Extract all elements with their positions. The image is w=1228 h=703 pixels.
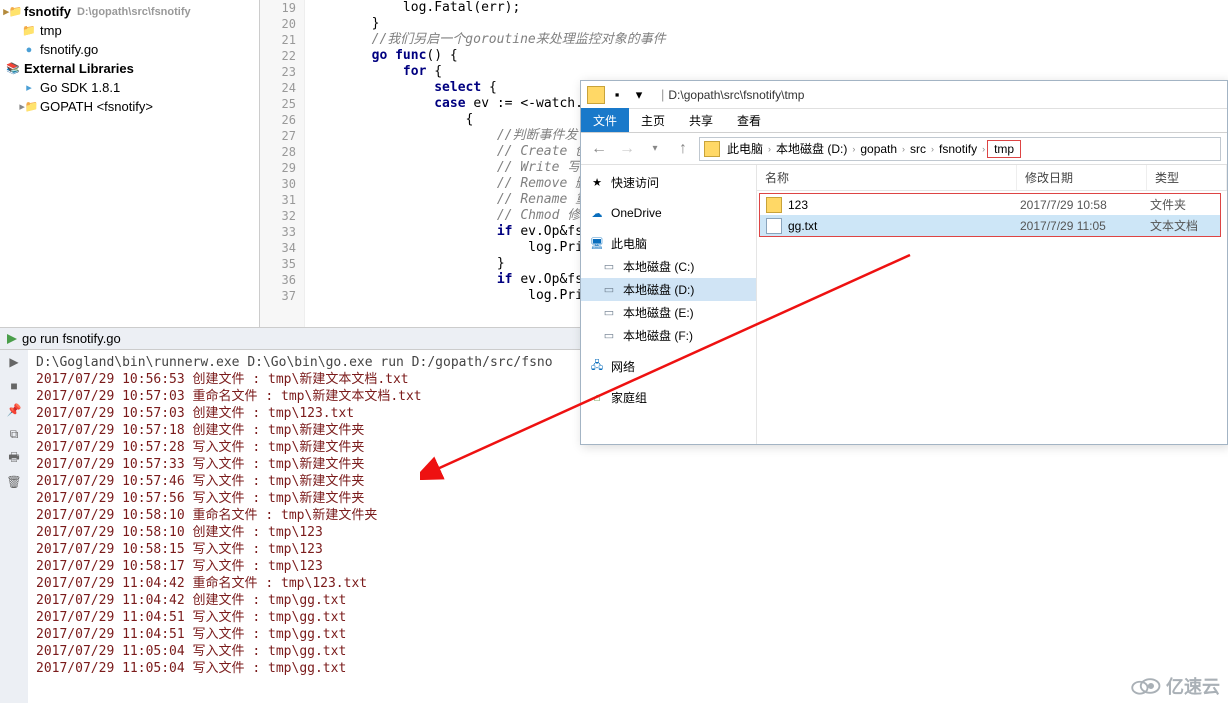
- go-file-icon: ●: [22, 43, 36, 57]
- tab-share[interactable]: 共享: [677, 108, 725, 132]
- breadcrumb-seg[interactable]: 本地磁盘 (D:): [773, 140, 850, 157]
- onedrive[interactable]: ☁OneDrive: [581, 202, 756, 224]
- col-name[interactable]: 名称: [757, 165, 1017, 190]
- star-icon: ★: [589, 175, 605, 191]
- run-icon: [6, 333, 18, 345]
- sdk-icon: ▸: [22, 81, 36, 95]
- homegroup[interactable]: ⌂家庭组: [581, 386, 756, 409]
- breadcrumb-seg[interactable]: gopath: [857, 142, 900, 156]
- folder-icon: [766, 197, 782, 213]
- up-button[interactable]: ↑: [671, 137, 695, 161]
- console-toolbar: ▶ ■ 📌 ⧉ 🖶 🗑: [0, 350, 28, 703]
- project-name: fsnotify: [24, 4, 71, 19]
- drive-item[interactable]: ▭本地磁盘 (D:): [581, 278, 756, 301]
- network-icon: 🖧: [589, 359, 605, 375]
- recent-dropdown[interactable]: ▾: [643, 137, 667, 161]
- gopath-node[interactable]: ▸📁 GOPATH <fsnotify>: [0, 97, 259, 116]
- breadcrumb-seg[interactable]: tmp: [987, 140, 1021, 158]
- drive-item[interactable]: ▭本地磁盘 (E:): [581, 301, 756, 324]
- breadcrumb-seg[interactable]: fsnotify: [936, 142, 980, 156]
- gopath-icon: ▸📁: [22, 100, 36, 114]
- watermark: 亿速云: [1128, 673, 1220, 699]
- file-row[interactable]: gg.txt2017/7/29 11:05文本文档: [760, 215, 1220, 236]
- ribbon-tabs: 文件 主页 共享 查看: [581, 109, 1227, 133]
- drive-icon: ▭: [601, 328, 617, 344]
- col-date[interactable]: 修改日期: [1017, 165, 1147, 190]
- run-config-label[interactable]: go run fsnotify.go: [22, 331, 121, 346]
- explorer-titlebar[interactable]: ▪ ▾ | D:\gopath\src\fsnotify\tmp: [581, 81, 1227, 109]
- file-columns[interactable]: 名称 修改日期 类型: [757, 165, 1227, 191]
- drive-item[interactable]: ▭本地磁盘 (F:): [581, 324, 756, 347]
- chevron-right-icon: ›: [929, 144, 936, 154]
- chevron-right-icon: ›: [900, 144, 907, 154]
- this-pc[interactable]: 🖥此电脑: [581, 232, 756, 255]
- breadcrumb-seg[interactable]: 此电脑: [724, 140, 766, 157]
- quick-tool[interactable]: ▪: [607, 85, 627, 105]
- folder-icon: [704, 141, 720, 157]
- folder-icon: 📁: [22, 24, 36, 38]
- window-title-path: D:\gopath\src\fsnotify\tmp: [668, 88, 804, 102]
- col-type[interactable]: 类型: [1147, 165, 1227, 190]
- quick-access[interactable]: ★快速访问: [581, 171, 756, 194]
- chevron-right-icon: ›: [766, 144, 773, 154]
- network[interactable]: 🖧网络: [581, 355, 756, 378]
- forward-button[interactable]: →: [615, 137, 639, 161]
- drive-icon: ▭: [601, 305, 617, 321]
- explorer-sidebar[interactable]: ★快速访问 ☁OneDrive 🖥此电脑 ▭本地磁盘 (C:)▭本地磁盘 (D:…: [581, 165, 757, 444]
- cloud-icon: ☁: [589, 205, 605, 221]
- line-gutter: 19202122232425262728293031323334353637: [260, 0, 305, 327]
- external-libraries[interactable]: 📚 External Libraries: [0, 59, 259, 78]
- chevron-right-icon: ›: [850, 144, 857, 154]
- drive-icon: ▭: [601, 259, 617, 275]
- file-explorer-window[interactable]: ▪ ▾ | D:\gopath\src\fsnotify\tmp 文件 主页 共…: [580, 80, 1228, 445]
- folder-icon: ▸📁: [6, 5, 20, 19]
- tab-file[interactable]: 文件: [581, 108, 629, 132]
- file-row[interactable]: 1232017/7/29 10:58文件夹: [760, 194, 1220, 215]
- stop-icon[interactable]: ■: [6, 378, 22, 394]
- folder-icon: [587, 86, 605, 104]
- quick-tool[interactable]: ▾: [629, 85, 649, 105]
- tree-item-fsnotify-go[interactable]: ● fsnotify.go: [0, 40, 259, 59]
- copy-icon[interactable]: ⧉: [6, 426, 22, 442]
- go-sdk[interactable]: ▸ Go SDK 1.8.1: [0, 78, 259, 97]
- tab-view[interactable]: 查看: [725, 108, 773, 132]
- print-icon[interactable]: 🖶: [6, 450, 22, 466]
- homegroup-icon: ⌂: [589, 390, 605, 406]
- txt-icon: [766, 218, 782, 234]
- address-bar-row: ← → ▾ ↑ 此电脑›本地磁盘 (D:)›gopath›src›fsnotif…: [581, 133, 1227, 165]
- rerun-icon[interactable]: ▶: [6, 354, 22, 370]
- project-root[interactable]: ▸📁 fsnotify D:\gopath\src\fsnotify: [0, 2, 259, 21]
- project-path: D:\gopath\src\fsnotify: [77, 6, 191, 18]
- address-bar[interactable]: 此电脑›本地磁盘 (D:)›gopath›src›fsnotify›tmp: [699, 137, 1221, 161]
- tree-item-tmp[interactable]: 📁 tmp: [0, 21, 259, 40]
- file-list[interactable]: 名称 修改日期 类型 1232017/7/29 10:58文件夹gg.txt20…: [757, 165, 1227, 444]
- breadcrumb-seg[interactable]: src: [907, 142, 929, 156]
- pin-icon[interactable]: 📌: [6, 402, 22, 418]
- back-button[interactable]: ←: [587, 137, 611, 161]
- project-tree[interactable]: ▸📁 fsnotify D:\gopath\src\fsnotify 📁 tmp…: [0, 0, 260, 327]
- chevron-right-icon: ›: [980, 144, 987, 154]
- tab-home[interactable]: 主页: [629, 108, 677, 132]
- drive-item[interactable]: ▭本地磁盘 (C:): [581, 255, 756, 278]
- trash-icon[interactable]: 🗑: [6, 474, 22, 490]
- drive-icon: ▭: [601, 282, 617, 298]
- library-icon: 📚: [6, 62, 20, 76]
- pc-icon: 🖥: [589, 236, 605, 252]
